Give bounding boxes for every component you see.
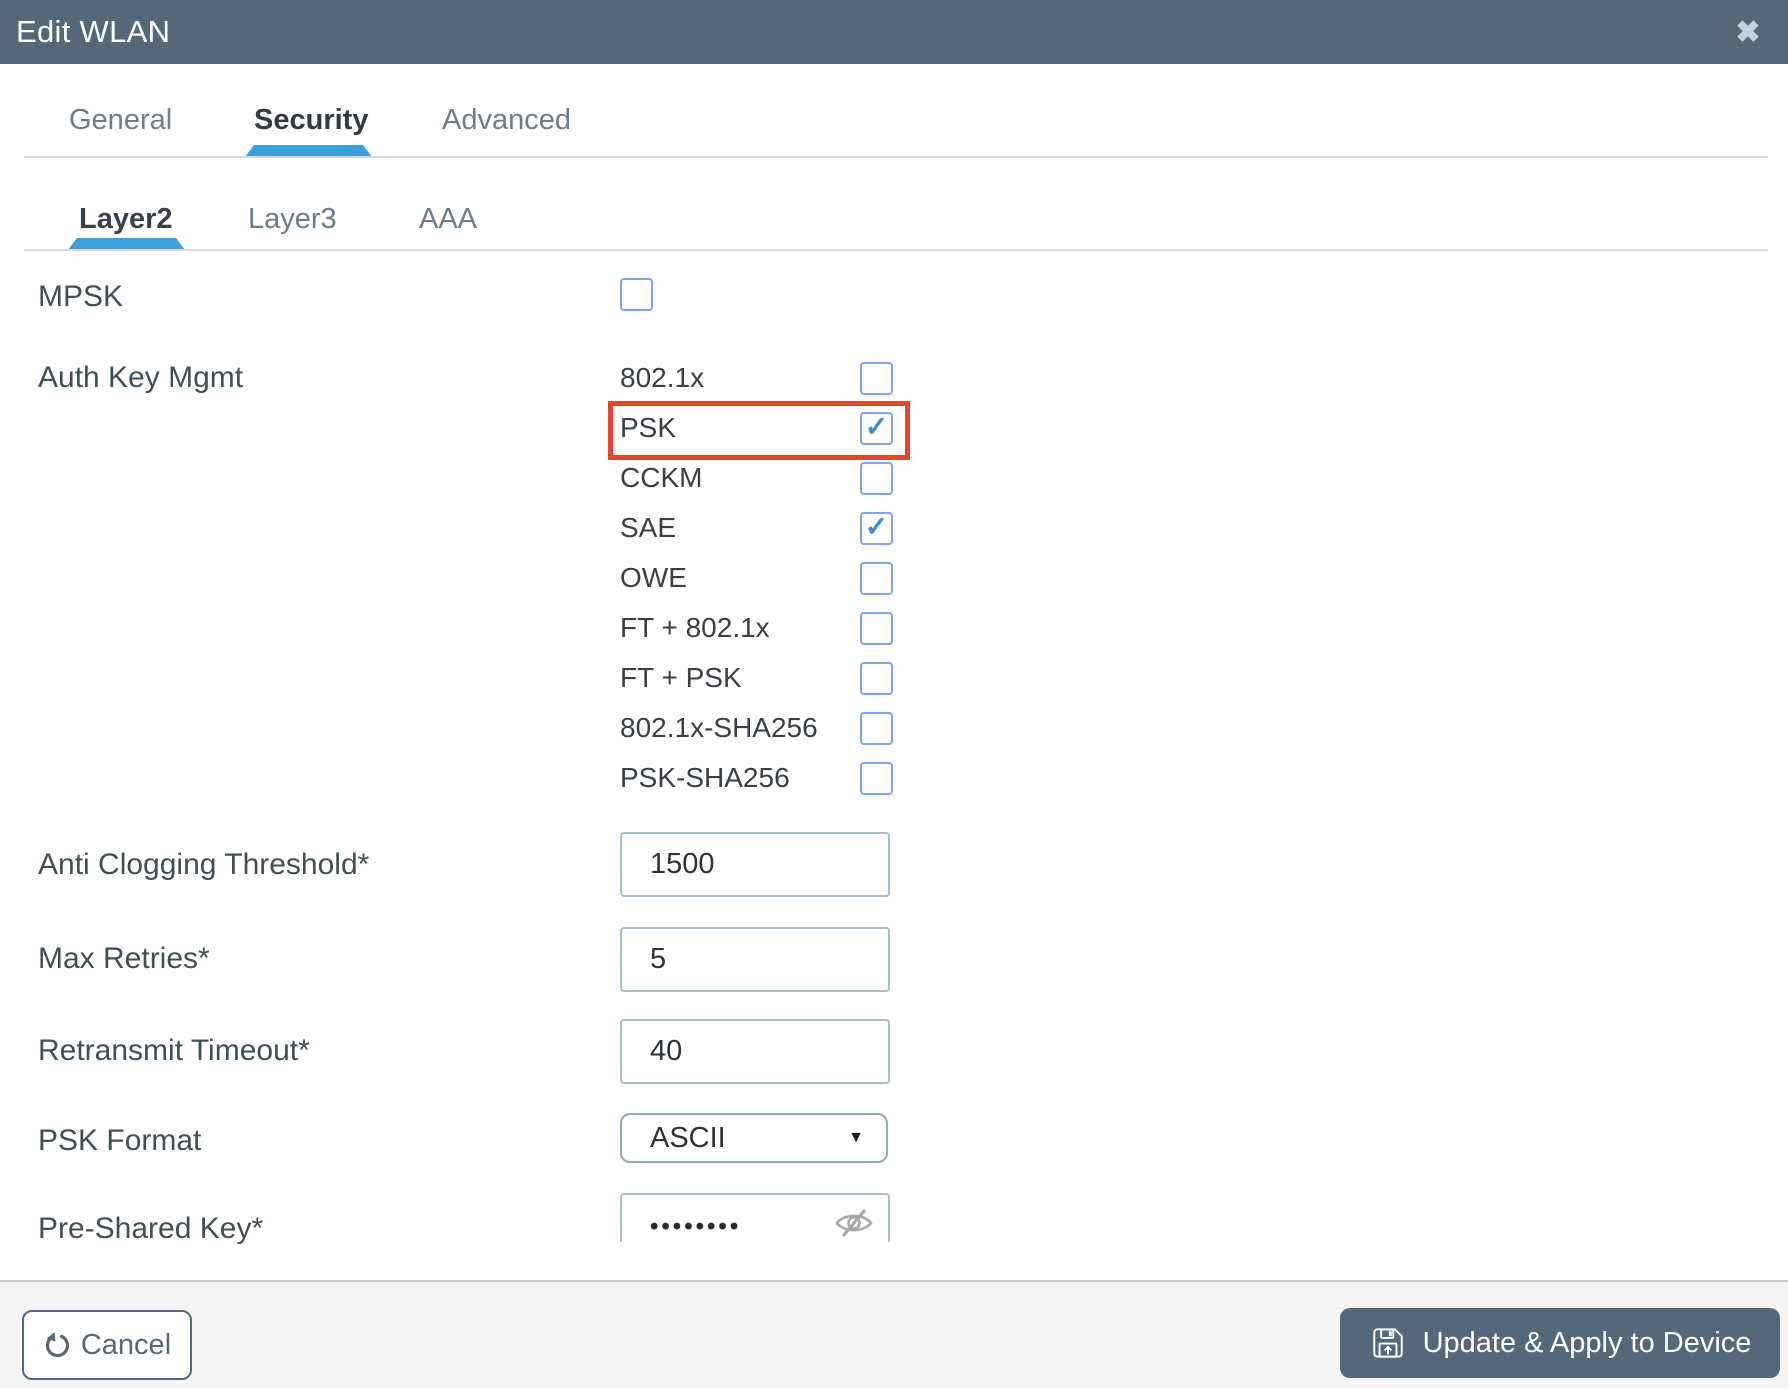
- subtab-layer2[interactable]: Layer2: [79, 203, 173, 236]
- dialog-footer: Cancel Update & Apply to Device: [0, 1280, 1788, 1388]
- akm-checkbox-psk-sha256[interactable]: [860, 761, 893, 795]
- akm-option-row-8021x-sha256: 802.1x-SHA256: [620, 703, 893, 753]
- cancel-button[interactable]: Cancel: [22, 1310, 192, 1380]
- akm-checkbox-8021x-sha256[interactable]: [860, 711, 893, 745]
- update-apply-button[interactable]: Update & Apply to Device: [1340, 1308, 1780, 1378]
- anti-clogging-label: Anti Clogging Threshold*: [38, 848, 370, 881]
- akm-option-row-sae: SAE ✓: [620, 503, 893, 553]
- mpsk-label: MPSK: [38, 280, 124, 313]
- subtab-aaa[interactable]: AAA: [419, 203, 477, 236]
- auth-key-mgmt-label: Auth Key Mgmt: [38, 361, 244, 394]
- max-retries-input[interactable]: [620, 927, 890, 992]
- close-button[interactable]: ✖: [1722, 0, 1774, 64]
- pre-shared-key-label: Pre-Shared Key*: [38, 1212, 264, 1245]
- akm-checkbox-cckm[interactable]: [860, 461, 893, 495]
- psk-highlight-box: [608, 401, 910, 460]
- akm-option-label: CCKM: [620, 462, 703, 493]
- akm-option-row-8021x: 802.1x: [620, 353, 893, 403]
- akm-option-label: PSK-SHA256: [620, 762, 790, 793]
- akm-option-row-ft-psk: FT + PSK: [620, 653, 893, 703]
- retransmit-timeout-label: Retransmit Timeout*: [38, 1034, 310, 1067]
- toggle-password-visibility-button[interactable]: [832, 1207, 876, 1239]
- akm-option-label: OWE: [620, 562, 687, 593]
- save-floppy-icon: [1372, 1328, 1403, 1358]
- retransmit-timeout-input[interactable]: [620, 1019, 890, 1084]
- akm-option-label: SAE: [620, 512, 677, 543]
- subtabs-divider: [24, 249, 1768, 251]
- max-retries-label: Max Retries*: [38, 942, 210, 975]
- undo-icon: [45, 1332, 69, 1358]
- tab-advanced[interactable]: Advanced: [442, 104, 571, 137]
- akm-option-label: 802.1x-SHA256: [620, 712, 818, 743]
- akm-checkbox-8021x[interactable]: [860, 361, 893, 395]
- psk-format-label: PSK Format: [38, 1124, 202, 1157]
- close-icon: ✖: [1735, 15, 1761, 49]
- dialog-title: Edit WLAN: [16, 14, 171, 49]
- psk-format-select[interactable]: ASCII ▼: [620, 1113, 888, 1163]
- mpsk-checkbox[interactable]: [620, 278, 653, 311]
- akm-option-row-cckm: CCKM: [620, 453, 893, 503]
- akm-checkbox-owe[interactable]: [860, 561, 893, 595]
- akm-option-label: FT + 802.1x: [620, 612, 770, 643]
- tabs-divider: [24, 156, 1768, 158]
- chevron-down-icon: ▼: [848, 1129, 864, 1146]
- tab-security[interactable]: Security: [254, 104, 368, 137]
- akm-checkbox-sae[interactable]: ✓: [860, 511, 893, 545]
- psk-format-value: ASCII: [650, 1121, 726, 1154]
- akm-option-row-owe: OWE: [620, 553, 893, 603]
- akm-option-row-ft-8021x: FT + 802.1x: [620, 603, 893, 653]
- pre-shared-key-wrapper: ••••••••: [620, 1193, 890, 1242]
- anti-clogging-input[interactable]: [620, 832, 890, 897]
- akm-option-label: FT + PSK: [620, 662, 742, 693]
- akm-checkbox-ft-8021x[interactable]: [860, 611, 893, 645]
- subtab-layer3[interactable]: Layer3: [248, 203, 337, 236]
- eye-slash-icon: [835, 1208, 873, 1238]
- tab-general[interactable]: General: [69, 104, 172, 137]
- update-apply-label: Update & Apply to Device: [1422, 1326, 1752, 1359]
- checkmark: ✓: [864, 511, 889, 542]
- akm-checkbox-ft-psk[interactable]: [860, 661, 893, 695]
- dialog-titlebar: Edit WLAN ✖: [0, 0, 1788, 64]
- cancel-label: Cancel: [80, 1328, 172, 1361]
- akm-option-label: 802.1x: [620, 362, 705, 393]
- pre-shared-key-field[interactable]: ••••••••: [620, 1193, 890, 1242]
- akm-option-row-psk-sha256: PSK-SHA256: [620, 753, 893, 803]
- pre-shared-key-masked-value: ••••••••: [650, 1213, 742, 1240]
